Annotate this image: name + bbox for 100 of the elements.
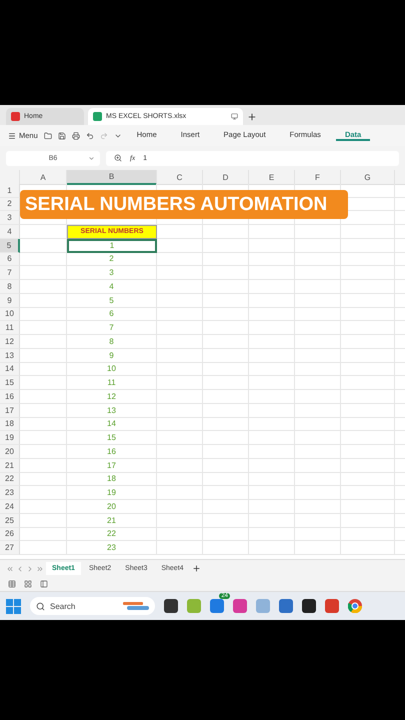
table-cell xyxy=(295,541,341,555)
column-header[interactable]: F xyxy=(295,170,341,185)
column-header[interactable]: C xyxy=(157,170,203,185)
next-sheet-icon[interactable] xyxy=(26,564,34,572)
row-header[interactable]: 14 xyxy=(0,362,20,376)
table-cell xyxy=(341,404,395,418)
row-header[interactable]: 25 xyxy=(0,514,20,528)
table-cell xyxy=(157,280,203,294)
row-header[interactable]: 23 xyxy=(0,486,20,500)
table-cell xyxy=(203,348,249,362)
app-icon[interactable] xyxy=(164,599,178,613)
table-cell: 17 xyxy=(67,458,157,472)
table-cell: 4 xyxy=(67,280,157,294)
grid-icon[interactable] xyxy=(24,580,32,588)
search-field[interactable]: Search xyxy=(30,597,155,615)
table-cell xyxy=(157,252,203,266)
table-cell xyxy=(20,418,67,432)
row-header[interactable]: 15 xyxy=(0,376,20,390)
table-cell xyxy=(20,500,67,514)
table-cell xyxy=(203,238,249,252)
row-header[interactable]: 4 xyxy=(0,225,20,239)
column-header[interactable]: G xyxy=(341,170,395,185)
browser-icon[interactable] xyxy=(348,599,362,613)
table-cell xyxy=(20,238,67,252)
row-header[interactable]: 8 xyxy=(0,280,20,294)
table-cell xyxy=(341,321,395,335)
table-cell xyxy=(295,445,341,459)
table-cell xyxy=(295,225,341,239)
column-header[interactable]: D xyxy=(203,170,249,185)
row-header[interactable]: 22 xyxy=(0,472,20,486)
row-header[interactable]: 20 xyxy=(0,445,20,459)
row-header[interactable]: 9 xyxy=(0,294,20,308)
table-cell xyxy=(157,335,203,349)
row-header[interactable]: 3 xyxy=(0,211,20,225)
table-cell xyxy=(295,528,341,542)
column-header[interactable]: A xyxy=(20,170,67,185)
table-cell xyxy=(203,514,249,528)
title-banner: SERIAL NUMBERS AUTOMATION xyxy=(20,190,348,219)
table-cell xyxy=(20,348,67,362)
table-cell xyxy=(203,225,249,239)
monitor-icon xyxy=(231,113,238,120)
table-icon[interactable] xyxy=(8,580,16,588)
table-cell xyxy=(341,500,395,514)
table-cell xyxy=(20,528,67,542)
row-header[interactable]: 6 xyxy=(0,252,20,266)
table-cell xyxy=(341,514,395,528)
search-icon xyxy=(36,602,45,610)
row-header[interactable]: 19 xyxy=(0,431,20,445)
last-sheet-icon[interactable] xyxy=(36,564,44,572)
new-tab-button[interactable] xyxy=(247,112,257,122)
column-header[interactable]: E xyxy=(249,170,295,185)
table-cell xyxy=(341,376,395,390)
table-cell: 11 xyxy=(67,376,157,390)
row-header[interactable]: 17 xyxy=(0,404,20,418)
row-header[interactable]: 1 xyxy=(0,184,20,198)
table-cell xyxy=(341,431,395,445)
table-cell xyxy=(341,472,395,486)
row-header[interactable]: 27 xyxy=(0,541,20,555)
row-header[interactable]: 16 xyxy=(0,390,20,404)
row-header[interactable]: 7 xyxy=(0,266,20,280)
table-cell xyxy=(295,348,341,362)
table-cell xyxy=(249,528,295,542)
table-cell xyxy=(249,294,295,308)
menu-icon xyxy=(8,132,16,140)
first-sheet-icon[interactable] xyxy=(6,564,14,572)
table-cell xyxy=(203,458,249,472)
table-cell xyxy=(295,500,341,514)
table-cell xyxy=(20,294,67,308)
row-header[interactable]: 2 xyxy=(0,198,20,212)
table-cell xyxy=(157,458,203,472)
table-cell xyxy=(295,362,341,376)
row-header[interactable]: 5 xyxy=(0,238,20,252)
column-header[interactable]: B xyxy=(67,170,157,185)
table-cell xyxy=(295,486,341,500)
start-icon[interactable] xyxy=(6,598,21,614)
app-icon[interactable] xyxy=(302,599,316,613)
folder-icon[interactable] xyxy=(44,132,52,140)
add-sheet-button[interactable] xyxy=(192,564,201,573)
table-cell xyxy=(20,445,67,459)
row-header[interactable]: 21 xyxy=(0,458,20,472)
table-cell xyxy=(157,528,203,542)
row-header[interactable]: 11 xyxy=(0,321,20,335)
table-cell xyxy=(295,472,341,486)
table-cell xyxy=(341,362,395,376)
panel-icon[interactable] xyxy=(40,580,48,588)
undo-icon[interactable] xyxy=(86,132,94,140)
zoom-icon[interactable] xyxy=(114,154,122,162)
table-cell xyxy=(249,500,295,514)
table-cell xyxy=(295,308,341,322)
row-header[interactable]: 26 xyxy=(0,528,20,542)
row-header[interactable]: 13 xyxy=(0,348,20,362)
printer-icon[interactable] xyxy=(72,132,80,140)
table-cell xyxy=(157,362,203,376)
save-icon[interactable] xyxy=(58,132,66,140)
row-header[interactable]: 12 xyxy=(0,335,20,349)
table-cell xyxy=(249,362,295,376)
previous-sheet-icon[interactable] xyxy=(16,564,24,572)
row-header[interactable]: 24 xyxy=(0,500,20,514)
row-header[interactable]: 10 xyxy=(0,308,20,322)
row-header[interactable]: 18 xyxy=(0,418,20,432)
